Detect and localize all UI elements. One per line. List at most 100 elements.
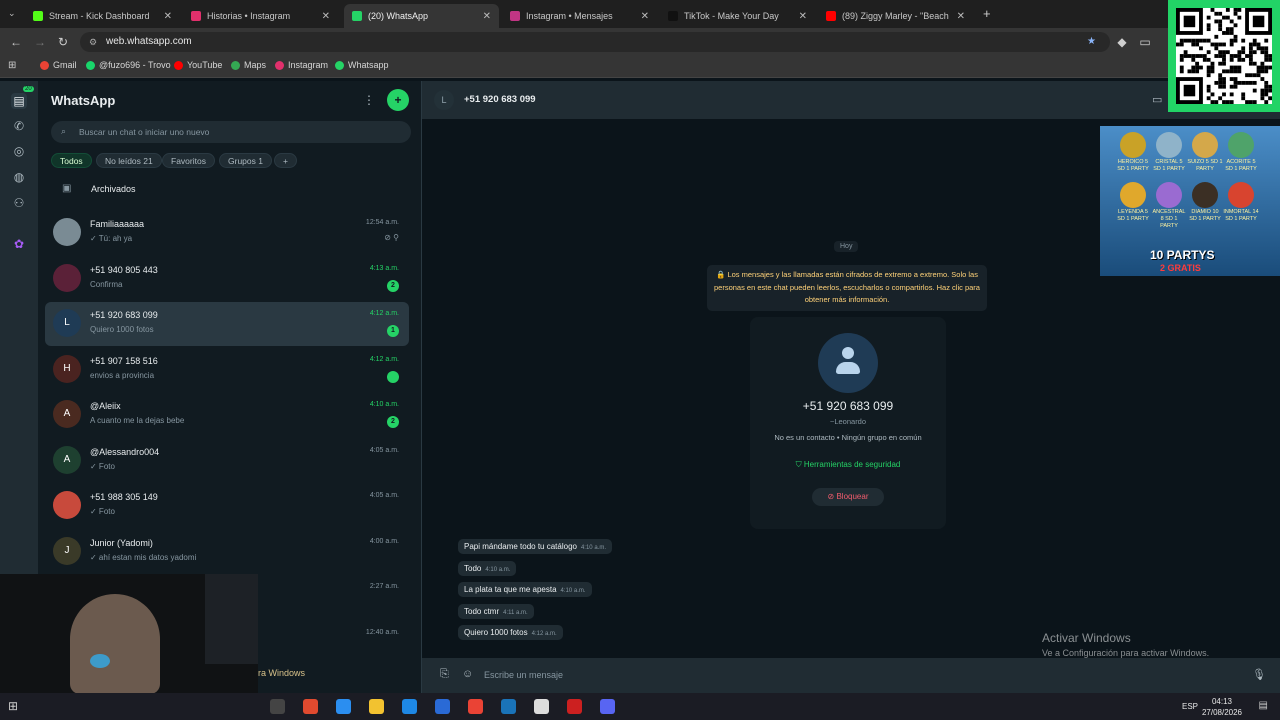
- task-view-icon[interactable]: [270, 699, 285, 714]
- contact-alias: ~Leonardo: [829, 417, 867, 426]
- archived-row[interactable]: Archivados: [91, 184, 136, 194]
- microphone-icon[interactable]: 🎙: [1252, 668, 1266, 681]
- chat-list-item[interactable]: H +51 907 158 516 envios a provincia 4:12 a…: [45, 348, 409, 392]
- filter-chip[interactable]: Favoritos: [162, 153, 215, 168]
- menu-icon[interactable]: ⋮: [363, 93, 375, 107]
- chat-list-item[interactable]: +51 940 805 443 Confirma 4:13 a.m. 2: [45, 257, 409, 301]
- bookmark-star-icon[interactable]: ★: [1087, 32, 1096, 52]
- bookmark-label: Whatsapp: [348, 60, 389, 70]
- extensions-icon[interactable]: ◆: [1114, 34, 1130, 50]
- mic-light: [90, 654, 110, 668]
- bookmark-item[interactable]: Instagram: [275, 60, 328, 70]
- browser-tab[interactable]: (20) WhatsApp ✕: [344, 4, 499, 28]
- copilot-icon[interactable]: [303, 699, 318, 714]
- bookmark-item[interactable]: Whatsapp: [335, 60, 389, 70]
- chat-list-item[interactable]: Familiaaaaaa ✓ Tú: ah ya 12:54 a.m. ⊘ ⚲: [45, 211, 409, 255]
- communities-icon[interactable]: ⚇: [11, 195, 27, 211]
- channels-icon[interactable]: ◍: [11, 169, 27, 185]
- close-tab-icon[interactable]: ✕: [322, 11, 330, 22]
- message-bubble[interactable]: Todo ctmr 4:11 a.m.: [458, 603, 534, 619]
- close-tab-icon[interactable]: ✕: [957, 11, 965, 22]
- meta-ai-icon[interactable]: ✿: [11, 236, 27, 252]
- language-indicator[interactable]: ESP: [1182, 702, 1198, 711]
- conversation-header[interactable]: L +51 920 683 099 ▭: [422, 81, 1280, 119]
- chat-list-item[interactable]: A @Aleiix A cuanto me la dejas bebe 4:10 a.…: [45, 393, 409, 437]
- chats-icon[interactable]: ▤: [11, 93, 27, 109]
- notifications-icon[interactable]: ▤: [1259, 700, 1268, 711]
- apps-grid-icon[interactable]: ⊞: [8, 60, 16, 71]
- tab-favicon-icon: [352, 11, 362, 21]
- qr-code-overlay: [1168, 0, 1280, 112]
- browser-tab[interactable]: TikTok - Make Your Day ✕: [660, 4, 815, 28]
- site-info-icon[interactable]: ⚙: [89, 32, 97, 52]
- message-input[interactable]: Escribe un mensaje: [484, 670, 563, 680]
- message-time: 4:10 a.m.: [560, 588, 586, 594]
- outlook-icon[interactable]: [435, 699, 450, 714]
- app-icon[interactable]: [567, 699, 582, 714]
- status-icon[interactable]: ◎: [11, 143, 27, 159]
- side-panel-icon[interactable]: ▭: [1137, 34, 1153, 50]
- tab-search-icon[interactable]: ⌄: [8, 8, 16, 19]
- discord-icon[interactable]: [600, 699, 615, 714]
- bookmark-item[interactable]: YouTube: [174, 60, 222, 70]
- message-text: Todo ctmr: [464, 606, 500, 616]
- new-tab-button[interactable]: +: [983, 6, 991, 21]
- windows-start-icon[interactable]: ⊞: [8, 699, 18, 713]
- chat-avatar: [53, 218, 81, 246]
- forward-icon[interactable]: →: [32, 34, 48, 50]
- close-tab-icon[interactable]: ✕: [164, 11, 172, 22]
- unread-total-badge: 20: [23, 86, 34, 92]
- filter-chip[interactable]: Todos: [51, 153, 92, 168]
- new-chat-button[interactable]: +: [387, 89, 409, 111]
- close-tab-icon[interactable]: ✕: [799, 11, 807, 22]
- filter-chip[interactable]: No leídos 21: [96, 153, 162, 168]
- browser-tab[interactable]: Stream - Kick Dashboard ✕: [25, 4, 180, 28]
- activation-subtitle: Ve a Configuración para activar Windows.: [1042, 648, 1210, 658]
- close-tab-icon[interactable]: ✕: [483, 11, 491, 22]
- browser-tab[interactable]: Instagram • Mensajes ✕: [502, 4, 657, 28]
- message-bubble[interactable]: Papi mándame todo tu catálogo 4:10 a.m.: [458, 539, 612, 554]
- contact-name[interactable]: +51 920 683 099: [464, 94, 536, 105]
- date-separator: Hoy: [834, 241, 859, 252]
- bookmark-item[interactable]: Gmail: [40, 60, 77, 70]
- security-tools-button[interactable]: ⛉ Herramientas de seguridad: [750, 460, 946, 470]
- block-button[interactable]: ⊘ Bloquear: [812, 488, 884, 506]
- back-icon[interactable]: ←: [8, 34, 24, 50]
- attach-icon[interactable]: ⎘: [440, 668, 449, 681]
- message-bubble[interactable]: Quiero 1000 fotos 4:12 a.m.: [458, 625, 563, 640]
- reload-icon[interactable]: ↻: [55, 34, 71, 50]
- video-call-icon[interactable]: ▭: [1152, 93, 1162, 106]
- edge-icon[interactable]: [336, 699, 351, 714]
- bookmark-item[interactable]: Maps: [231, 60, 266, 70]
- browser-tab[interactable]: Historias • Instagram ✕: [183, 4, 338, 28]
- close-tab-icon[interactable]: ✕: [641, 11, 649, 22]
- chat-list-item[interactable]: +51 988 305 149 ✓ Foto 4:05 a.m.: [45, 484, 409, 528]
- unread-badge: 1: [387, 325, 399, 337]
- browser-toolbar: ← → ↻ ⚙ web.whatsapp.com ★ ◆ ▭: [0, 28, 1280, 56]
- filter-chip[interactable]: +: [274, 153, 297, 168]
- system-clock[interactable]: 04:13 27/08/2026: [1202, 696, 1242, 718]
- encryption-notice[interactable]: 🔒 Los mensajes y las llamadas están cifr…: [707, 265, 987, 311]
- chat-preview: envios a provincia: [90, 370, 155, 380]
- address-bar[interactable]: ⚙ web.whatsapp.com ★: [80, 32, 1110, 52]
- message-time: 4:10 a.m.: [580, 545, 606, 551]
- browser-tab[interactable]: (89) Ziggy Marley - "Beach ✕: [818, 4, 973, 28]
- chat-preview: Quiero 1000 fotos: [90, 325, 154, 334]
- message-bubble[interactable]: La plata ta que me apesta 4:10 a.m.: [458, 582, 592, 597]
- obs-icon[interactable]: [534, 699, 549, 714]
- file-explorer-icon[interactable]: [369, 699, 384, 714]
- filter-chip[interactable]: Grupos 1: [219, 153, 272, 168]
- steam-icon[interactable]: [501, 699, 516, 714]
- chrome-icon[interactable]: [468, 699, 483, 714]
- contact-avatar[interactable]: L: [434, 90, 454, 110]
- emoji-icon[interactable]: ☺: [462, 668, 473, 680]
- chat-list-item[interactable]: J Junior (Yadomi) ✓ ahí estan mis datos ya…: [45, 530, 409, 574]
- chat-list-item[interactable]: A @Alessandro004 ✓ Foto 4:05 a.m.: [45, 439, 409, 483]
- message-bubble[interactable]: Todo 4:10 a.m.: [458, 560, 517, 576]
- chat-list-item[interactable]: L +51 920 683 099 Quiero 1000 fotos 4:12 a.…: [45, 302, 409, 346]
- bookmark-item[interactable]: @fuzo696 - Trovo: [86, 60, 171, 70]
- calls-icon[interactable]: ✆: [11, 118, 27, 134]
- store-icon[interactable]: [402, 699, 417, 714]
- browser-tab-bar: ⌄ Stream - Kick Dashboard ✕ Historias • In…: [0, 0, 1280, 28]
- search-input[interactable]: Buscar un chat o iniciar uno nuevo: [51, 121, 411, 143]
